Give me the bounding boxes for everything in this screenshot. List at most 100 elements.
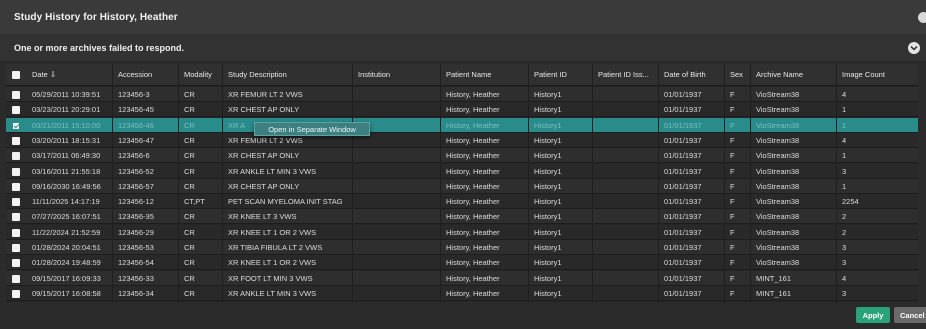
- cell-accession: 123456-33: [118, 273, 154, 283]
- row-checkbox[interactable]: [12, 213, 20, 222]
- column-header-archive[interactable]: Archive Name: [756, 64, 803, 86]
- cell-description: XR CHEST AP ONLY: [228, 151, 300, 161]
- column-divider[interactable]: [528, 64, 529, 302]
- column-divider[interactable]: [112, 64, 113, 302]
- cell-patient-name: History, Heather: [446, 151, 500, 161]
- cancel-button[interactable]: Cancel: [894, 307, 926, 323]
- row-checkbox[interactable]: [12, 136, 20, 145]
- column-divider[interactable]: [658, 64, 659, 302]
- column-header-description[interactable]: Study Description: [228, 64, 287, 86]
- cell-description: XR KNEE LT 1 OR 2 VWS: [228, 258, 317, 268]
- cell-patient-id: History1: [534, 258, 562, 268]
- table-row[interactable]: 11/22/2024 21:52:59 123456-29 CR XR KNEE LT…: [6, 224, 918, 240]
- table-row[interactable]: 03/21/2011 15:10:00 123456-46 CR XR A Histor…: [6, 117, 918, 133]
- cell-date: 03/16/2011 21:55:18: [32, 166, 101, 176]
- close-icon[interactable]: [918, 12, 926, 23]
- column-header-date[interactable]: Date ⇩: [32, 64, 56, 86]
- row-checkbox[interactable]: [12, 259, 20, 268]
- context-menu-item-open-separate-window[interactable]: Open in Separate Window: [268, 125, 356, 134]
- cell-patient-name: History, Heather: [446, 90, 500, 99]
- table-row[interactable]: 07/27/2025 16:07:51 123456-35 CR XR KNEE LT…: [6, 209, 918, 225]
- cell-modality: CR: [184, 181, 195, 191]
- column-divider[interactable]: [178, 64, 179, 302]
- cell-accession: 123456-52: [118, 166, 154, 176]
- row-checkbox[interactable]: [12, 274, 20, 283]
- table-row[interactable]: 09/16/2030 16:49:56 123456-57 CR XR CHEST A…: [6, 178, 918, 194]
- row-checkbox[interactable]: [12, 121, 20, 130]
- table-row[interactable]: 03/20/2011 18:15:31 123456-47 CR XR FEMUR L…: [6, 132, 918, 148]
- title-bar: Study History for History, Heather: [0, 0, 926, 34]
- cell-image-count: 4: [842, 273, 847, 283]
- table-row[interactable]: 03/16/2011 21:55:18 123456-52 CR XR ANKLE L…: [6, 163, 918, 179]
- cell-dob: 01/01/1937: [664, 166, 702, 176]
- column-divider[interactable]: [222, 64, 223, 302]
- cell-accession: 123456-53: [118, 243, 154, 252]
- column-header-dob[interactable]: Date of Birth: [664, 64, 706, 86]
- cell-patient-id: History1: [534, 166, 562, 176]
- table-row[interactable]: 09/15/2017 16:09:33 123456-33 CR XR FOOT LT…: [6, 270, 918, 286]
- column-divider[interactable]: [724, 64, 725, 302]
- column-divider[interactable]: [750, 64, 751, 302]
- cell-date: 01/28/2024 19:48:59: [32, 258, 101, 268]
- column-divider[interactable]: [836, 64, 837, 302]
- cell-patient-id: History1: [534, 212, 562, 222]
- cell-sex: F: [730, 151, 735, 161]
- cell-archive: VioStream38: [756, 181, 800, 191]
- cell-image-count: 1: [842, 181, 847, 191]
- row-checkbox[interactable]: [12, 244, 20, 252]
- table-header: Date ⇩ Accession Modality Study Description…: [6, 64, 918, 86]
- cell-patient-name: History, Heather: [446, 166, 500, 176]
- cell-patient-name: History, Heather: [446, 243, 500, 252]
- cell-modality: CR: [184, 227, 195, 237]
- apply-button[interactable]: Apply: [856, 307, 890, 323]
- cell-modality: CR: [184, 105, 195, 115]
- column-divider[interactable]: [440, 64, 441, 302]
- row-checkbox[interactable]: [12, 167, 20, 176]
- table-row[interactable]: 05/29/2011 10:39:51 123456-3 CR XR FEMUR LT…: [6, 87, 918, 102]
- row-checkbox[interactable]: [12, 228, 20, 237]
- cell-image-count: 1: [842, 151, 847, 161]
- cell-modality: CR: [184, 120, 195, 130]
- cell-sex: F: [730, 258, 735, 268]
- cell-archive: VioStream38: [756, 166, 800, 176]
- cell-description: XR A: [228, 120, 246, 130]
- cell-dob: 01/01/1937: [664, 135, 702, 145]
- column-divider[interactable]: [592, 64, 593, 302]
- table-row[interactable]: 01/28/2024 20:04:51 123456-53 CR XR TIBIA F…: [6, 240, 918, 255]
- cell-modality: CR: [184, 288, 195, 298]
- column-header-image-count[interactable]: Image Count: [842, 64, 885, 86]
- column-header-institution[interactable]: Institution: [358, 64, 390, 86]
- row-checkbox[interactable]: [12, 106, 20, 115]
- row-checkbox[interactable]: [12, 91, 20, 99]
- chevron-down-icon[interactable]: [908, 42, 920, 54]
- table-row[interactable]: 09/15/2017 16:08:58 123456-34 CR XR ANKLE L…: [6, 285, 918, 301]
- table-row[interactable]: 03/23/2011 20:29:01 123456-45 CR XR CHEST A…: [6, 102, 918, 118]
- cell-sex: F: [730, 181, 735, 191]
- cell-dob: 01/01/1937: [664, 197, 702, 207]
- cell-description: XR KNEE LT 3 VWS: [228, 212, 297, 222]
- column-header-accession[interactable]: Accession: [118, 64, 152, 86]
- row-checkbox[interactable]: [12, 182, 20, 191]
- cell-date: 09/15/2017 16:08:58: [32, 288, 101, 298]
- cell-accession: 123456-35: [118, 212, 154, 222]
- select-all-checkbox[interactable]: [12, 71, 20, 79]
- column-header-sex[interactable]: Sex: [730, 64, 743, 86]
- column-header-patient-name[interactable]: Patient Name: [446, 64, 491, 86]
- cell-patient-name: History, Heather: [446, 105, 500, 115]
- row-checkbox[interactable]: [12, 198, 20, 207]
- column-header-patient-id[interactable]: Patient ID: [534, 64, 567, 86]
- cell-image-count: 1: [842, 105, 847, 115]
- column-header-patient-id-iss[interactable]: Patient ID Iss...: [598, 64, 649, 86]
- column-divider[interactable]: [352, 64, 353, 302]
- cell-sex: F: [730, 212, 735, 222]
- cell-archive: VioStream38: [756, 120, 800, 130]
- column-header-modality[interactable]: Modality: [184, 64, 212, 86]
- table-row[interactable]: 03/17/2011 06:49:30 123456-6 CR XR CHEST AP…: [6, 148, 918, 164]
- table-row[interactable]: 11/11/2025 14:17:19 123456-12 CT,PT PET SCA…: [6, 194, 918, 210]
- cell-dob: 01/01/1937: [664, 212, 702, 222]
- row-checkbox[interactable]: [12, 289, 20, 298]
- row-checkbox[interactable]: [12, 152, 20, 161]
- table-row[interactable]: 01/28/2024 19:48:59 123456-54 CR XR KNEE LT…: [6, 255, 918, 271]
- cell-description: PET SCAN MYELOMA INIT STAG: [228, 197, 343, 207]
- cell-accession: 123456-34: [118, 288, 154, 298]
